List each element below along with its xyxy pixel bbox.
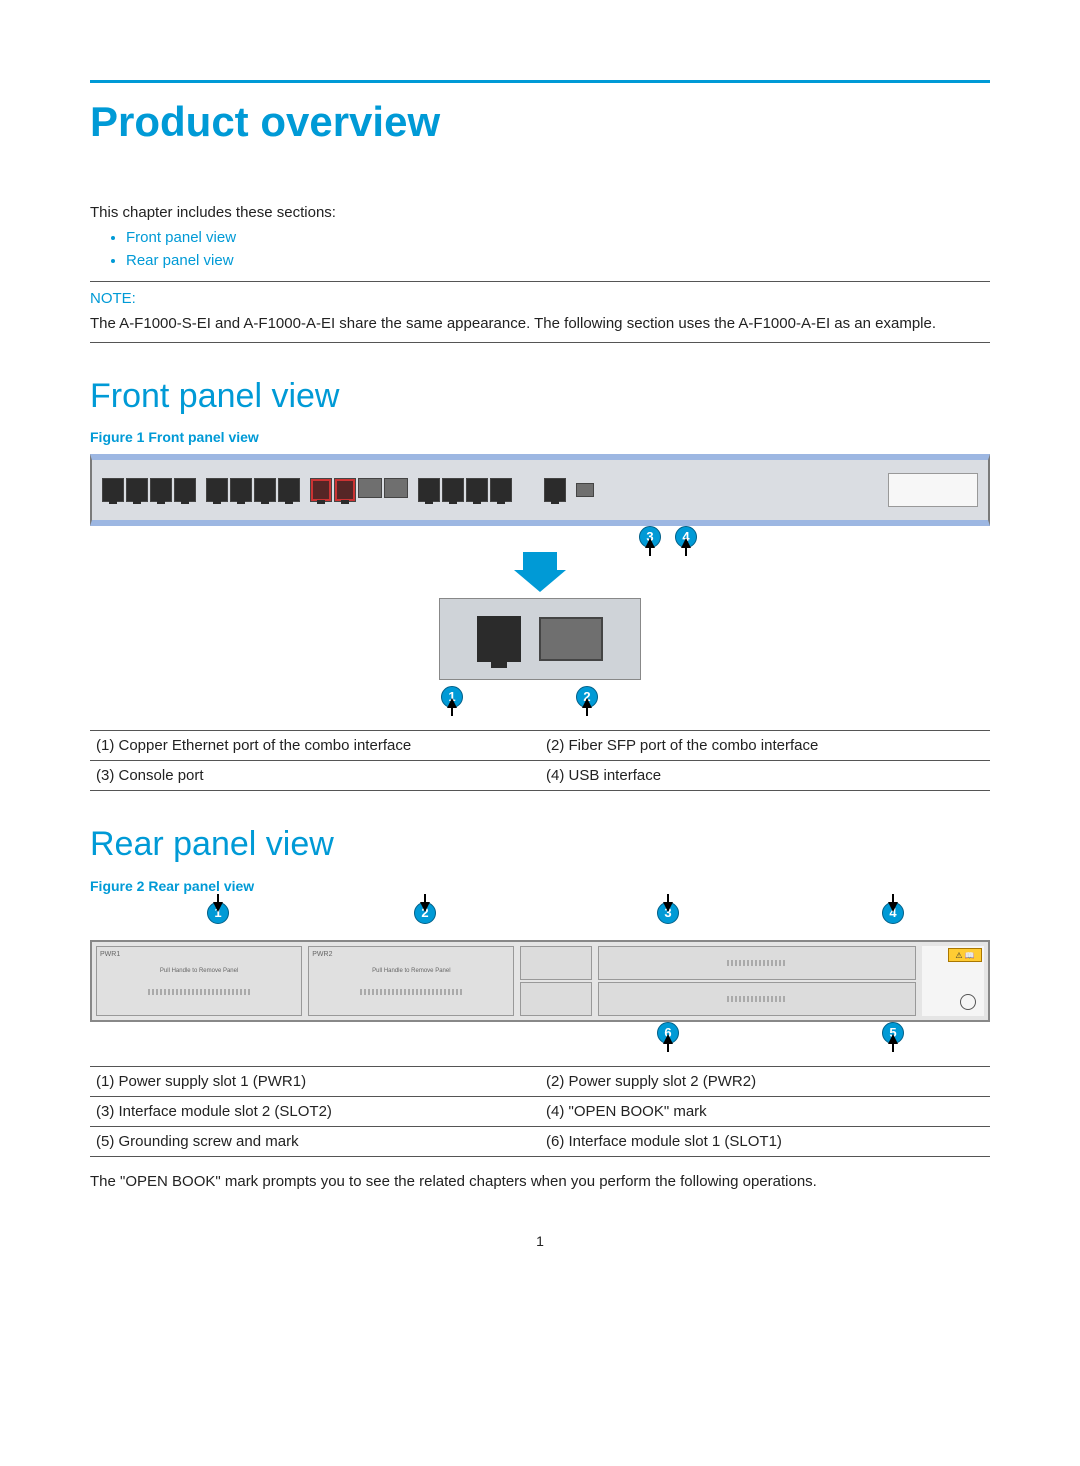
sfp-port-icon	[384, 478, 408, 498]
callout-1: 1	[207, 902, 229, 924]
arrow-up-icon	[681, 538, 691, 548]
table-row: (1) Power supply slot 1 (PWR1) (2) Power…	[90, 1067, 990, 1097]
table-row: (3) Console port (4) USB interface	[90, 760, 990, 790]
page-number: 1	[90, 1232, 990, 1252]
console-port-icon	[544, 478, 566, 502]
arrow-up-icon	[582, 698, 592, 708]
callout-6: 6	[657, 1022, 679, 1044]
note-block: NOTE: The A-F1000-S-EI and A-F1000-A-EI …	[90, 281, 990, 343]
vent-icon	[360, 989, 462, 995]
zoom-detail	[439, 598, 641, 680]
figure1-caption: Figure 1 Front panel view	[90, 428, 990, 448]
note-text: The A-F1000-S-EI and A-F1000-A-EI share …	[90, 313, 990, 334]
port-group	[102, 478, 196, 502]
port-group	[418, 478, 512, 502]
table-row: (5) Grounding screw and mark (6) Interfa…	[90, 1127, 990, 1157]
usb-port-icon	[576, 483, 594, 497]
ethernet-port-icon	[442, 478, 464, 502]
callout-row: 6 5	[90, 1022, 990, 1056]
callout-row: 1 2 3 4	[90, 902, 990, 936]
front-panel-device	[90, 454, 990, 526]
ethernet-port-icon	[466, 478, 488, 502]
callout-row: 1 2	[90, 686, 990, 720]
open-book-icon: ⚠ 📖	[948, 948, 982, 962]
warning-block: ⚠ 📖	[922, 946, 984, 1016]
grounding-screw-icon	[960, 994, 976, 1010]
intro-text: This chapter includes these sections:	[90, 202, 990, 223]
callout-4: 4	[882, 902, 904, 924]
vent-icon	[727, 960, 787, 966]
accent-rule	[90, 80, 990, 83]
callout-3: 3	[657, 902, 679, 924]
sfp-port-icon	[358, 478, 382, 498]
ethernet-port-icon	[102, 478, 124, 502]
ethernet-port-icon	[490, 478, 512, 502]
arrow-down-icon	[663, 902, 673, 912]
figure2-caption: Figure 2 Rear panel view	[90, 877, 990, 897]
note-label: NOTE:	[90, 288, 990, 309]
section-heading-front: Front panel view	[90, 373, 990, 421]
toc-item[interactable]: Front panel view	[126, 227, 990, 248]
callout-5: 5	[882, 1022, 904, 1044]
ethernet-port-icon	[174, 478, 196, 502]
callout-4: 4	[675, 526, 697, 548]
arrow-up-icon	[645, 538, 655, 548]
zoom-arrow	[90, 548, 990, 570]
vent-icon	[148, 989, 250, 995]
toc-item[interactable]: Rear panel view	[126, 250, 990, 271]
arrow-up-icon	[447, 698, 457, 708]
vent-icon	[727, 996, 787, 1002]
ethernet-port-icon	[230, 478, 252, 502]
sfp-port-icon	[539, 617, 603, 661]
callout-1: 1	[441, 686, 463, 708]
module-stack	[520, 946, 591, 1016]
module-slot-1	[598, 982, 916, 1016]
figure1-legend: (1) Copper Ethernet port of the combo in…	[90, 730, 990, 791]
combo-port-icon	[334, 478, 356, 502]
arrow-down-icon	[888, 902, 898, 912]
ethernet-port-icon	[254, 478, 276, 502]
rear-panel-note: The "OPEN BOOK" mark prompts you to see …	[90, 1171, 990, 1192]
module-slot-2	[598, 946, 916, 980]
arrow-up-icon	[663, 1034, 673, 1044]
led-panel	[888, 473, 978, 507]
arrow-down-icon	[420, 902, 430, 912]
ethernet-port-icon	[477, 616, 521, 662]
table-row: (3) Interface module slot 2 (SLOT2) (4) …	[90, 1097, 990, 1127]
callout-3: 3	[639, 526, 661, 548]
ethernet-port-icon	[418, 478, 440, 502]
figure2-legend: (1) Power supply slot 1 (PWR1) (2) Power…	[90, 1066, 990, 1157]
callout-2: 2	[414, 902, 436, 924]
figure2: 1 2 3 4 PWR1 Pull Handle to Remove Panel…	[90, 902, 990, 1056]
arrow-down-icon	[523, 552, 557, 570]
table-row: (1) Copper Ethernet port of the combo in…	[90, 730, 990, 760]
port-group	[310, 478, 408, 502]
ethernet-port-icon	[206, 478, 228, 502]
page-title: Product overview	[90, 93, 990, 152]
toc-list: Front panel view Rear panel view	[90, 227, 990, 271]
rear-panel-device: PWR1 Pull Handle to Remove Panel PWR2 Pu…	[90, 940, 990, 1022]
arrow-up-icon	[888, 1034, 898, 1044]
ethernet-port-icon	[278, 478, 300, 502]
section-heading-rear: Rear panel view	[90, 821, 990, 869]
ethernet-port-icon	[150, 478, 172, 502]
arrow-down-icon	[213, 902, 223, 912]
power-slot-2: PWR2 Pull Handle to Remove Panel	[308, 946, 514, 1016]
callout-2: 2	[576, 686, 598, 708]
ethernet-port-icon	[126, 478, 148, 502]
combo-port-icon	[310, 478, 332, 502]
port-group	[206, 478, 300, 502]
figure1: 3 4 1 2	[90, 454, 990, 720]
power-slot-1: PWR1 Pull Handle to Remove Panel	[96, 946, 302, 1016]
callout-row: 3 4	[90, 526, 990, 548]
